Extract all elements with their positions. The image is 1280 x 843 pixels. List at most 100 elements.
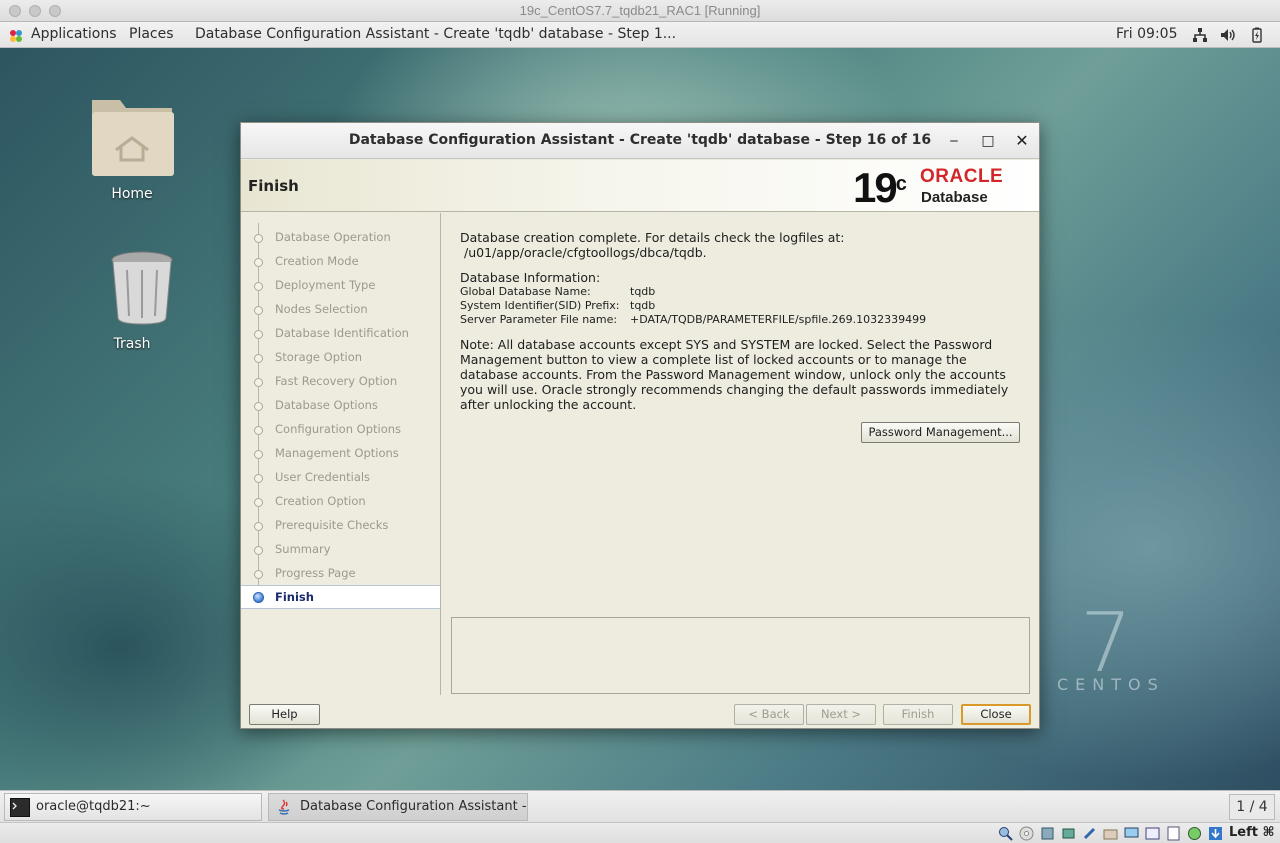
- step-item[interactable]: Storage Option: [241, 346, 440, 370]
- help-button[interactable]: Help: [249, 704, 320, 725]
- workspace-switcher[interactable]: 1 / 4: [1229, 794, 1275, 820]
- oracle-logo-text: ORACLE: [920, 166, 1004, 187]
- step-item[interactable]: Creation Option: [241, 490, 440, 514]
- oracle-version-logo: 19c: [853, 164, 907, 211]
- desktop-icon-label: Trash: [113, 336, 151, 352]
- active-window-menu[interactable]: Database Configuration Assistant - Creat…: [195, 26, 676, 42]
- step-label: Prerequisite Checks: [275, 518, 389, 532]
- step-label: Management Options: [275, 446, 399, 460]
- step-item[interactable]: Deployment Type: [241, 274, 440, 298]
- step-item[interactable]: User Credentials: [241, 466, 440, 490]
- step-label: Deployment Type: [275, 278, 376, 292]
- centos-wallpaper-word: CENTOS: [1057, 675, 1165, 694]
- folder-icon: [92, 100, 174, 176]
- step-label: Configuration Options: [275, 422, 402, 436]
- step-marker-icon: [254, 450, 263, 459]
- video-capture-icon[interactable]: [1145, 826, 1160, 841]
- close-icon[interactable]: ✕: [1013, 132, 1031, 150]
- step-label: Fast Recovery Option: [275, 374, 398, 388]
- host-key-label: Left ⌘: [1229, 825, 1275, 840]
- password-note: Note: All database accounts except SYS a…: [460, 337, 1009, 412]
- maximize-icon[interactable]: □: [979, 132, 997, 150]
- step-item[interactable]: Progress Page: [241, 562, 440, 586]
- task-dbca[interactable]: Database Configuration Assistant - C...: [268, 793, 528, 821]
- step-label: Database Options: [275, 398, 378, 412]
- step-item[interactable]: Database Identification: [241, 322, 440, 346]
- step-label: Storage Option: [275, 350, 363, 364]
- zoom-icon[interactable]: [998, 826, 1013, 841]
- terminal-icon: [10, 798, 30, 817]
- places-menu[interactable]: Places: [129, 26, 174, 42]
- minimize-icon[interactable]: ‒: [945, 132, 963, 150]
- step-item[interactable]: Management Options: [241, 442, 440, 466]
- database-info: Global Database Name: tqdb System Identif…: [460, 285, 1030, 327]
- next-button[interactable]: Next >: [806, 704, 876, 725]
- battery-icon[interactable]: [1249, 27, 1265, 43]
- info-row: Server Parameter File name: +DATA/TQDB/PA…: [460, 313, 927, 326]
- finish-button[interactable]: Finish: [883, 704, 953, 725]
- clock[interactable]: Fri 09:05: [1116, 26, 1177, 42]
- info-row: System Identifier(SID) Prefix: tqdb: [460, 299, 656, 312]
- step-item[interactable]: Finish: [241, 585, 440, 609]
- trash-icon: [111, 251, 173, 325]
- step-label: Database Operation: [275, 230, 391, 244]
- step-marker-icon: [254, 426, 263, 435]
- step-marker-icon: [254, 570, 263, 579]
- step-item[interactable]: Summary: [241, 538, 440, 562]
- task-label: Database Configuration Assistant - C...: [300, 799, 528, 814]
- step-marker-icon: [254, 498, 263, 507]
- vbox-status-bar: Left ⌘: [0, 822, 1280, 843]
- display-icon[interactable]: [1124, 826, 1139, 841]
- oracle-product-text: Database: [921, 189, 988, 206]
- virtualization-icon[interactable]: [1166, 826, 1181, 841]
- network-adapter-icon[interactable]: [1061, 826, 1076, 841]
- step-label: Nodes Selection: [275, 302, 368, 316]
- shared-folders-icon[interactable]: [1103, 826, 1118, 841]
- download-icon[interactable]: [1208, 826, 1223, 841]
- desktop-icon-label: Home: [111, 186, 153, 202]
- step-marker-icon: [254, 522, 263, 531]
- step-banner: Finish 19c ORACLE Database: [241, 160, 1039, 212]
- step-item[interactable]: Creation Mode: [241, 250, 440, 274]
- step-label: Database Identification: [275, 326, 409, 340]
- usb-icon[interactable]: [1082, 826, 1097, 841]
- step-marker-icon: [254, 402, 263, 411]
- step-marker-icon: [254, 306, 263, 315]
- step-label: Creation Option: [275, 494, 366, 508]
- step-item[interactable]: Database Options: [241, 394, 440, 418]
- optical-drive-icon[interactable]: [1019, 826, 1034, 841]
- message-area: [451, 617, 1030, 694]
- step-item[interactable]: Prerequisite Checks: [241, 514, 440, 538]
- back-button[interactable]: < Back: [734, 704, 804, 725]
- step-marker-icon: [254, 282, 263, 291]
- audio-icon[interactable]: [1040, 826, 1055, 841]
- top-panel: Applications Places Database Configurati…: [0, 22, 1280, 48]
- step-marker-icon: [254, 546, 263, 555]
- dialog-titlebar[interactable]: Database Configuration Assistant - Creat…: [241, 123, 1039, 159]
- step-item[interactable]: Configuration Options: [241, 418, 440, 442]
- desktop-icon-trash[interactable]: Trash: [77, 250, 187, 352]
- step-marker-icon: [254, 378, 263, 387]
- volume-icon[interactable]: [1220, 27, 1236, 43]
- task-terminal[interactable]: oracle@tqdb21:~: [4, 793, 262, 821]
- step-label: Progress Page: [275, 566, 356, 580]
- step-navigator: Database Operation Creation Mode Deploymen…: [241, 213, 441, 695]
- applications-menu[interactable]: Applications: [31, 26, 117, 42]
- step-item[interactable]: Nodes Selection: [241, 298, 440, 322]
- step-item[interactable]: Database Operation: [241, 226, 440, 250]
- gnome-foot-icon: [10, 30, 22, 42]
- close-button[interactable]: Close: [961, 704, 1031, 725]
- password-management-button[interactable]: Password Management...: [861, 422, 1020, 443]
- step-marker-icon: [254, 258, 263, 267]
- step-marker-icon: [254, 234, 263, 243]
- info-heading: Database Information:: [460, 270, 601, 285]
- network-icon[interactable]: [1192, 27, 1208, 43]
- guest-additions-icon[interactable]: [1187, 826, 1202, 841]
- step-label: Creation Mode: [275, 254, 359, 268]
- step-title: Finish: [248, 177, 299, 195]
- java-icon: [278, 799, 290, 815]
- step-item[interactable]: Fast Recovery Option: [241, 370, 440, 394]
- step-label: User Credentials: [275, 470, 371, 484]
- logfile-path: /u01/app/oracle/cfgtoollogs/dbca/tqdb.: [460, 245, 707, 260]
- desktop-icon-home[interactable]: Home: [77, 94, 187, 202]
